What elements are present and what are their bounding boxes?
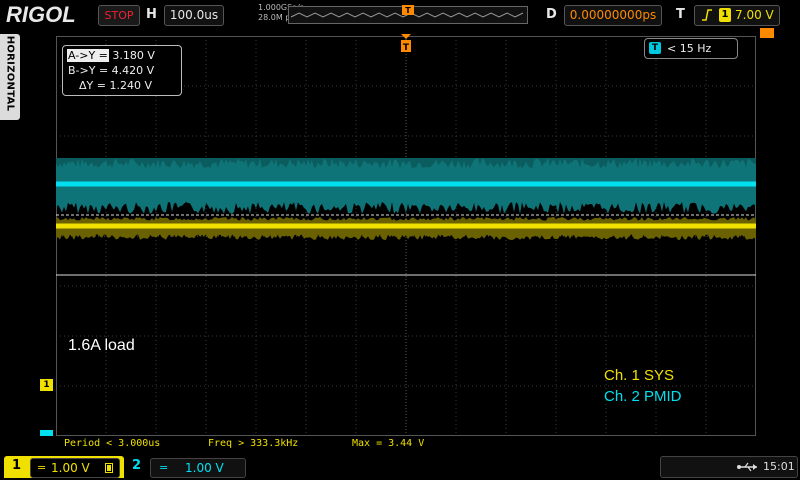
delay-label: D [546,7,557,22]
delay-value[interactable]: 0.00000000ps [564,5,662,26]
ch1-coupling-icon: = [37,461,47,474]
top-status-bar: RIGOL STOP H 100.0us 1.000GSa/s 28.0M pt… [0,0,800,38]
trigger-source-badge: 1 [719,8,731,22]
cursor-a-value: 3.180 V [112,49,155,62]
trigger-level-marker [760,28,774,38]
trigger-settings[interactable]: 1 7.00 V [694,5,780,26]
measurement-max: Max = 3.44 V [352,438,425,449]
ch1-settings[interactable]: = 1.00 V [30,458,120,478]
ch2-settings[interactable]: = 1.00 V [150,458,246,478]
counter-value: < 15 Hz [667,42,712,55]
measurement-freq: Freq > 333.3kHz [208,438,299,449]
timebase-label: H [146,7,157,22]
channel-1-tab[interactable]: 1 = 1.00 V [4,456,124,478]
horizontal-menu-tab[interactable]: HORIZONTAL [0,34,20,120]
ch2-annotation: Ch. 2 PMID [604,388,682,405]
trigger-position-arrow: T [401,34,411,53]
cursor-delta-value: 1.240 V [109,79,152,92]
ch2-number: 2 [132,458,142,473]
ch1-ground-marker[interactable]: 1 [40,379,53,391]
svg-text:T: T [405,6,411,15]
ch1-scale: 1.00 V [51,461,90,475]
svg-text:T: T [403,43,410,53]
cursor-b-value: 4.420 V [111,64,155,77]
horizontal-tab-label: HORIZONTAL [4,35,16,112]
brand-logo: RIGOL [6,2,76,27]
ch1-annotation: Ch. 1 SYS [604,367,675,384]
cursor-readout: A->Y = 3.180 V B->Y = 4.420 V ΔY = 1.240… [62,45,182,96]
trigger-label: T [676,7,685,22]
counter-icon: T [649,42,661,54]
rising-edge-icon [702,9,712,21]
memory-position-bar[interactable]: T [288,5,528,24]
cursor-delta-label: ΔY = [79,79,106,92]
waveform-display[interactable]: A->Y = 3.180 V B->Y = 4.420 V ΔY = 1.240… [56,36,756,436]
ch2-coupling-icon: = [159,461,169,474]
cursor-a-label: A->Y = [67,49,109,62]
run-stop-indicator[interactable]: STOP [98,5,140,26]
ch2-ground-marker[interactable] [40,430,53,436]
timebase-value[interactable]: 100.0us [164,5,224,26]
ch2-scale: 1.00 V [185,461,224,475]
trigger-position-icon: T [402,5,414,15]
ch1-battery-icon [105,463,113,473]
channel-2-tab[interactable]: 2 = 1.00 V [124,456,246,478]
trigger-level: 7.00 V [735,8,774,22]
frequency-counter[interactable]: T < 15 Hz [644,38,738,59]
cursor-b-label: B->Y = [68,64,109,77]
status-area: 15:01 [660,456,798,478]
usb-icon [737,462,757,472]
load-annotation: 1.6A load [68,337,135,354]
measurement-period: Period < 3.000us [64,438,161,449]
ch1-number: 1 [12,458,22,473]
clock-time: 15:01 [763,460,795,473]
